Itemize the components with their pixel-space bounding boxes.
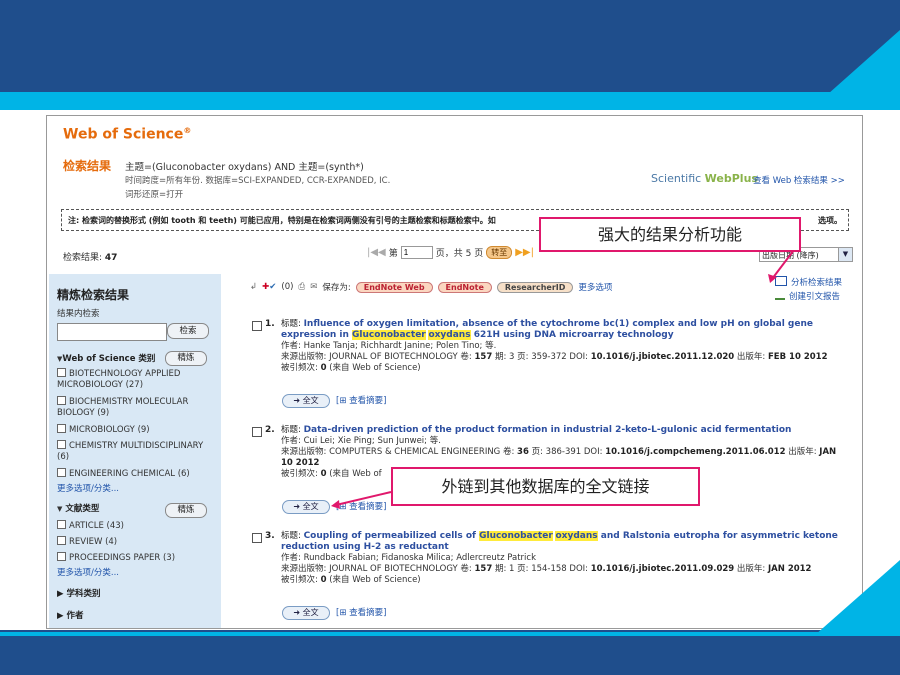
- record-source: 来源出版物: JOURNAL OF BIOTECHNOLOGY 卷: 157 期…: [281, 352, 828, 362]
- results-heading: 检索结果: [63, 159, 112, 173]
- checkbox[interactable]: [57, 520, 66, 529]
- endnote-web-button[interactable]: EndNote Web: [355, 281, 433, 293]
- result-record: 3. 标题: Coupling of permeabilized cells o…: [252, 531, 842, 628]
- bar-chart-icon: [775, 290, 785, 300]
- triangle-down-icon: ▼: [57, 505, 63, 513]
- record-source: 来源出版物: JOURNAL OF BIOTECHNOLOGY 卷: 157 期…: [281, 564, 812, 574]
- view-abstract-link[interactable]: [⊞ 查看摘要]: [336, 608, 386, 619]
- analysis-callout: 强大的结果分析功能: [539, 217, 801, 252]
- search-within-label: 结果内检索: [57, 309, 100, 319]
- doctype-heading[interactable]: ▼ 文献类型: [57, 502, 99, 514]
- doctype-item[interactable]: PROCEEDINGS PAPER (3): [57, 552, 207, 564]
- timespan-line: 时间跨度=所有年份. 数据库=SCI-EXPANDED, CCR-EXPANDE…: [125, 176, 391, 186]
- record-title[interactable]: 标题: Influence of oxygen limitation, abse…: [281, 319, 841, 341]
- record-cited: 被引频次: 0 (来自 Web of Science): [281, 575, 421, 585]
- record-title[interactable]: 标题: Data-driven prediction of the produc…: [281, 425, 841, 436]
- category-item[interactable]: BIOCHEMISTRY MOLECULAR BIOLOGY (9): [57, 396, 207, 419]
- return-arrow-icon[interactable]: ↲: [250, 282, 257, 292]
- subject-heading[interactable]: ▶ 学科类别: [57, 587, 101, 599]
- checkbox[interactable]: [57, 424, 66, 433]
- wos-screenshot: Web of Science® 检索结果 主题=(Gluconobacter o…: [46, 115, 863, 629]
- record-authors: 作者: Rundback Fabian; Fidanoska Milica; A…: [281, 553, 536, 563]
- add-marked-icon[interactable]: ✚✔: [262, 282, 276, 292]
- record-authors: 作者: Cui Lei; Xie Ping; Sun Junwei; 等.: [281, 436, 441, 446]
- checkbox[interactable]: [57, 536, 66, 545]
- endnote-button[interactable]: EndNote: [437, 281, 492, 293]
- refine-title: 精炼检索结果: [57, 288, 130, 302]
- triangle-right-icon: ▶: [57, 589, 64, 599]
- category-item[interactable]: ENGINEERING CHEMICAL (6): [57, 468, 207, 480]
- record-source: 来源出版物: COMPUTERS & CHEMICAL ENGINEERING …: [281, 447, 837, 468]
- slide-footer-band: [0, 630, 900, 675]
- lemma-line: 词形还原=打开: [125, 190, 184, 200]
- record-authors: 作者: Hanke Tanja; Richhardt Janine; Polen…: [281, 341, 497, 351]
- fulltext-callout: 外链到其他数据库的全文链接: [391, 467, 700, 506]
- email-icon[interactable]: ✉: [310, 282, 317, 292]
- record-number: 2.: [265, 425, 275, 435]
- author-heading[interactable]: ▶ 作者: [57, 609, 84, 621]
- checkbox[interactable]: [57, 468, 66, 477]
- researcherid-button[interactable]: ResearcherID: [496, 281, 574, 293]
- chevron-down-icon[interactable]: ▼: [838, 248, 852, 261]
- results-count: 检索结果: 47: [63, 253, 118, 263]
- record-title[interactable]: 标题: Coupling of permeabilized cells of G…: [281, 531, 841, 553]
- record-number: 1.: [265, 319, 275, 329]
- next-page-icon[interactable]: ▶▶|: [515, 247, 534, 258]
- record-number: 3.: [265, 531, 275, 541]
- doctype-item[interactable]: REVIEW (4): [57, 536, 207, 548]
- record-checkbox[interactable]: [252, 427, 262, 437]
- record-checkbox[interactable]: [252, 321, 262, 331]
- checkbox[interactable]: [57, 552, 66, 561]
- record-cited: 被引频次: 0 (来自 Web of Science): [281, 363, 421, 373]
- save-label: 保存为:: [322, 283, 351, 293]
- slide-footer-accent: [815, 560, 900, 635]
- search-within-button[interactable]: 检索: [167, 323, 209, 339]
- view-abstract-link[interactable]: [⊞ 查看摘要]: [336, 396, 386, 407]
- page-input[interactable]: [400, 246, 433, 259]
- slide-header-accent: [810, 30, 900, 110]
- record-checkbox[interactable]: [252, 533, 262, 543]
- first-page-icon[interactable]: |◀◀: [367, 247, 386, 258]
- refine-category-button[interactable]: 精炼: [165, 351, 207, 366]
- slide-footer-stripe: [0, 632, 900, 636]
- webplus-logo[interactable]: Scientific WebPlus: [651, 172, 758, 185]
- analyze-results-link[interactable]: 分析检索结果: [775, 276, 842, 288]
- marked-count: (0): [281, 282, 294, 292]
- more-options-link[interactable]: 更多选项: [578, 281, 612, 293]
- more-categories-link[interactable]: 更多选项/分类...: [57, 482, 119, 494]
- results-toolbar: ↲ ✚✔ (0) ⎙ ✉ 保存为: EndNote Web EndNote Re…: [250, 281, 612, 293]
- analyze-icon: [775, 276, 787, 286]
- triangle-right-icon: ▶: [57, 611, 64, 621]
- pagination: |◀◀ 第 页，共 5 页 转至 ▶▶|: [367, 246, 534, 259]
- category-item[interactable]: MICROBIOLOGY (9): [57, 424, 207, 436]
- refine-sidebar: 精炼检索结果 结果内检索 检索 ▼Web of Science 类别 精炼 BI…: [49, 274, 221, 628]
- checkbox[interactable]: [57, 368, 66, 377]
- more-doctypes-link[interactable]: 更多选项/分类...: [57, 566, 119, 578]
- result-record: 1. 标题: Influence of oxygen limitation, a…: [252, 319, 842, 409]
- fulltext-button[interactable]: ➜ 全文: [282, 500, 330, 514]
- doctype-item[interactable]: ARTICLE (43): [57, 520, 207, 532]
- view-abstract-link[interactable]: [⊞ 查看摘要]: [336, 502, 386, 513]
- fulltext-button[interactable]: ➜ 全文: [282, 606, 330, 620]
- wos-logo[interactable]: Web of Science®: [63, 126, 191, 143]
- print-icon[interactable]: ⎙: [298, 282, 305, 292]
- checkbox[interactable]: [57, 440, 66, 449]
- checkbox[interactable]: [57, 396, 66, 405]
- fulltext-button[interactable]: ➜ 全文: [282, 394, 330, 408]
- goto-button[interactable]: 转至: [486, 246, 513, 259]
- refine-doctype-button[interactable]: 精炼: [165, 503, 207, 518]
- category-item[interactable]: CHEMISTRY MULTIDISCIPLINARY (6): [57, 440, 207, 463]
- query-line: 主题=(Gluconobacter oxydans) AND 主题=(synth…: [125, 162, 364, 173]
- citation-report-link[interactable]: 创建引文报告: [775, 290, 840, 302]
- category-heading[interactable]: ▼Web of Science 类别: [57, 352, 155, 364]
- slide-header-stripe: [0, 92, 900, 110]
- category-item[interactable]: BIOTECHNOLOGY APPLIED MICROBIOLOGY (27): [57, 368, 207, 391]
- search-within-input[interactable]: [57, 323, 167, 341]
- webplus-results-link[interactable]: 查看 Web 检索结果 >>: [753, 174, 845, 186]
- slide-header-band: [0, 0, 900, 92]
